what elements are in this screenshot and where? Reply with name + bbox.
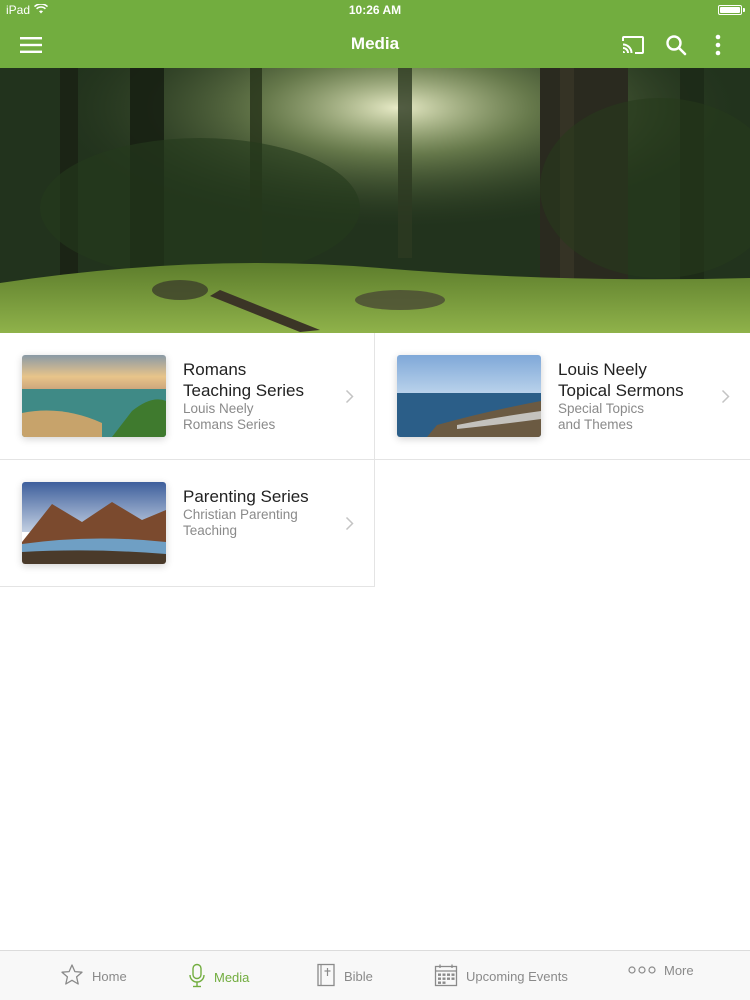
series-card-parenting[interactable]: Parenting Series Christian Parenting Tea… xyxy=(0,460,375,587)
star-icon xyxy=(60,963,84,990)
series-card-topical-sermons[interactable]: Louis Neely Topical Sermons Special Topi… xyxy=(375,333,750,460)
tab-home[interactable]: Home xyxy=(60,963,127,990)
battery-icon xyxy=(718,5,745,15)
series-title: Topical Sermons xyxy=(558,381,684,400)
tab-label: Home xyxy=(92,969,127,984)
status-bar: iPad 10:26 AM xyxy=(0,0,750,20)
microphone-icon xyxy=(188,963,206,992)
series-text: Parenting Series Christian Parenting Tea… xyxy=(183,486,333,539)
coast-sunset-thumbnail xyxy=(22,355,166,437)
status-time: 10:26 AM xyxy=(348,3,402,17)
series-subtitle: Romans Series xyxy=(183,417,276,432)
series-subtitle: Louis Neely xyxy=(183,401,254,416)
series-subtitle: Special Topics xyxy=(558,401,645,416)
nav-bar: Media xyxy=(0,20,750,68)
tab-bible[interactable]: Bible xyxy=(316,963,373,990)
search-icon[interactable] xyxy=(663,32,689,58)
series-text: Romans Teaching Series Louis Neely Roman… xyxy=(183,359,333,433)
series-title: Teaching Series xyxy=(183,381,304,400)
series-title: Romans xyxy=(183,360,247,379)
tab-label: Bible xyxy=(344,969,373,984)
tab-label: Upcoming Events xyxy=(466,969,568,984)
tab-bar: Home Media Bible Upcoming Events More xyxy=(0,950,750,1000)
series-title: Louis Neely xyxy=(558,360,647,379)
tab-upcoming-events[interactable]: Upcoming Events xyxy=(434,963,568,990)
tab-label: Media xyxy=(214,970,250,985)
mountain-river-thumbnail xyxy=(22,482,166,564)
series-subtitle: and Themes xyxy=(558,417,633,432)
series-text: Louis Neely Topical Sermons Special Topi… xyxy=(558,359,708,433)
rocky-shore-thumbnail xyxy=(397,355,541,437)
tab-more[interactable]: More xyxy=(628,963,694,978)
chevron-right-icon xyxy=(345,389,354,409)
tab-media[interactable]: Media xyxy=(188,963,249,992)
series-card-romans[interactable]: Romans Teaching Series Louis Neely Roman… xyxy=(0,333,375,460)
series-subtitle: Teaching xyxy=(183,523,238,538)
series-title: Parenting Series xyxy=(183,487,309,506)
series-subtitle: Christian Parenting xyxy=(183,507,298,522)
cast-icon[interactable] xyxy=(620,32,646,58)
chevron-right-icon xyxy=(721,389,730,409)
bible-icon xyxy=(316,963,336,990)
calendar-icon xyxy=(434,963,458,990)
more-dots-icon xyxy=(628,963,656,978)
hero-banner-image xyxy=(0,68,750,333)
chevron-right-icon xyxy=(345,516,354,536)
more-vertical-icon[interactable] xyxy=(705,32,731,58)
tab-label: More xyxy=(664,963,694,978)
